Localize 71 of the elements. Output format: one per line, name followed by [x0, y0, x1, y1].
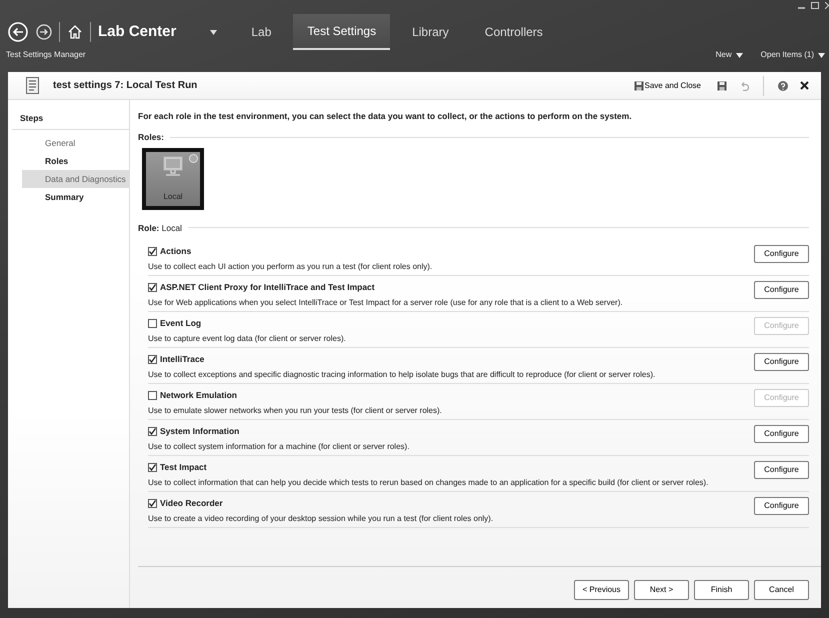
collector-name: IntelliTrace: [160, 353, 204, 366]
home-icon: [67, 24, 83, 40]
wizard-button[interactable]: Cancel: [754, 580, 809, 600]
collector-description: Use to create a video recording of your desktop session while you run a test (for client roles only).: [148, 512, 494, 524]
steps-heading: Steps: [12, 112, 129, 130]
status-icon: [189, 154, 198, 162]
document-icon: [26, 77, 39, 94]
forward-button[interactable]: [36, 24, 52, 40]
collector-description: Use to collect information that can help you decide which tests to rerun based on changes made to an application for a specific build (for client or server roles).: [148, 476, 710, 488]
collector-name: Test Impact: [160, 460, 207, 474]
checkbox[interactable]: [148, 354, 157, 364]
help-icon: [778, 80, 788, 90]
roles-label: Roles:: [138, 130, 164, 144]
collector-name: Actions: [160, 245, 192, 258]
collector-description: Use to capture event log data (for client or server roles).: [148, 332, 347, 344]
nav-tab[interactable]: Controllers: [470, 14, 557, 50]
wizard-button[interactable]: Finish: [694, 580, 749, 600]
document-title: test settings 7: Local Test Run: [53, 79, 198, 93]
home-button[interactable]: [67, 24, 83, 40]
forward-icon: [36, 24, 52, 40]
step-item[interactable]: General: [8, 134, 129, 152]
back-button[interactable]: [8, 22, 28, 42]
instruction-text: For each role in the test environment, you can select the data you want to collect, or the actions to perform on the system.: [138, 110, 633, 123]
step-item[interactable]: Summary: [8, 188, 129, 206]
collector-name: System Information: [160, 424, 240, 438]
undo-icon: [739, 80, 749, 90]
configure-button[interactable]: Configure: [754, 353, 809, 372]
checkbox[interactable]: [148, 319, 157, 328]
save-icon: [634, 80, 644, 90]
page-title: Test Settings Manager: [6, 49, 86, 61]
collector-description: Use to collect exceptions and specific diagnostic tracing information to help isolate bugs that are difficult to reproduce (for client or server roles).: [148, 368, 656, 380]
checkbox[interactable]: [148, 426, 157, 436]
checkbox[interactable]: [148, 247, 157, 256]
nav-tab[interactable]: Library: [398, 14, 463, 50]
collector-description: Use to collect each UI action you perform as you run a test (for client roles only).: [148, 261, 434, 272]
caret-icon: [818, 52, 825, 58]
dropdown-button[interactable]: [210, 30, 218, 34]
wizard-button[interactable]: < Previous: [574, 580, 629, 600]
menu-button[interactable]: Open Items (1): [760, 49, 825, 61]
caret-icon: [736, 52, 743, 58]
step-item[interactable]: Data and Diagnostics: [22, 170, 130, 188]
menu-button[interactable]: New: [716, 49, 743, 61]
checkbox[interactable]: [148, 462, 157, 472]
computer-icon: [162, 156, 184, 178]
configure-button[interactable]: Configure: [754, 424, 809, 443]
app-title: Lab Center: [98, 22, 176, 42]
collector-name: Event Log: [160, 317, 202, 330]
save-icon: [717, 80, 727, 90]
collector-name: Video Recorder: [160, 496, 223, 510]
back-icon: [8, 22, 28, 42]
checkbox[interactable]: [148, 283, 157, 292]
collector-name: ASP.NET Client Proxy for IntelliTrace and Test Impact: [160, 281, 375, 294]
role-tile[interactable]: Local: [142, 148, 204, 210]
step-item[interactable]: Roles: [8, 152, 129, 170]
configure-button[interactable]: Configure: [754, 496, 809, 515]
save-and-close-button[interactable]: Save and Close: [630, 80, 705, 92]
role-label: Role: Local: [138, 222, 182, 234]
nav-tab[interactable]: Lab: [237, 14, 286, 50]
checkbox[interactable]: [148, 498, 157, 508]
collector-description: Use to emulate slower networks when you run your tests (for client or server roles).: [148, 404, 443, 416]
maximize-icon[interactable]: [811, 2, 819, 9]
configure-button[interactable]: Configure: [754, 281, 809, 300]
configure-button[interactable]: Configure: [754, 245, 809, 264]
nav-tab[interactable]: Test Settings: [293, 14, 390, 50]
collector-name: Network Emulation: [160, 389, 237, 402]
wizard-button[interactable]: Next >: [634, 580, 689, 600]
configure-button[interactable]: Configure: [754, 460, 809, 479]
caret-icon: [210, 30, 218, 34]
checkbox[interactable]: [148, 390, 157, 400]
collector-description: Use for Web applications when you select IntelliTrace or Test Impact for a server role (use for any role that is a client to a Web server).: [148, 296, 624, 308]
collector-description: Use to collect system information for a machine (for client or server roles).: [148, 440, 410, 452]
